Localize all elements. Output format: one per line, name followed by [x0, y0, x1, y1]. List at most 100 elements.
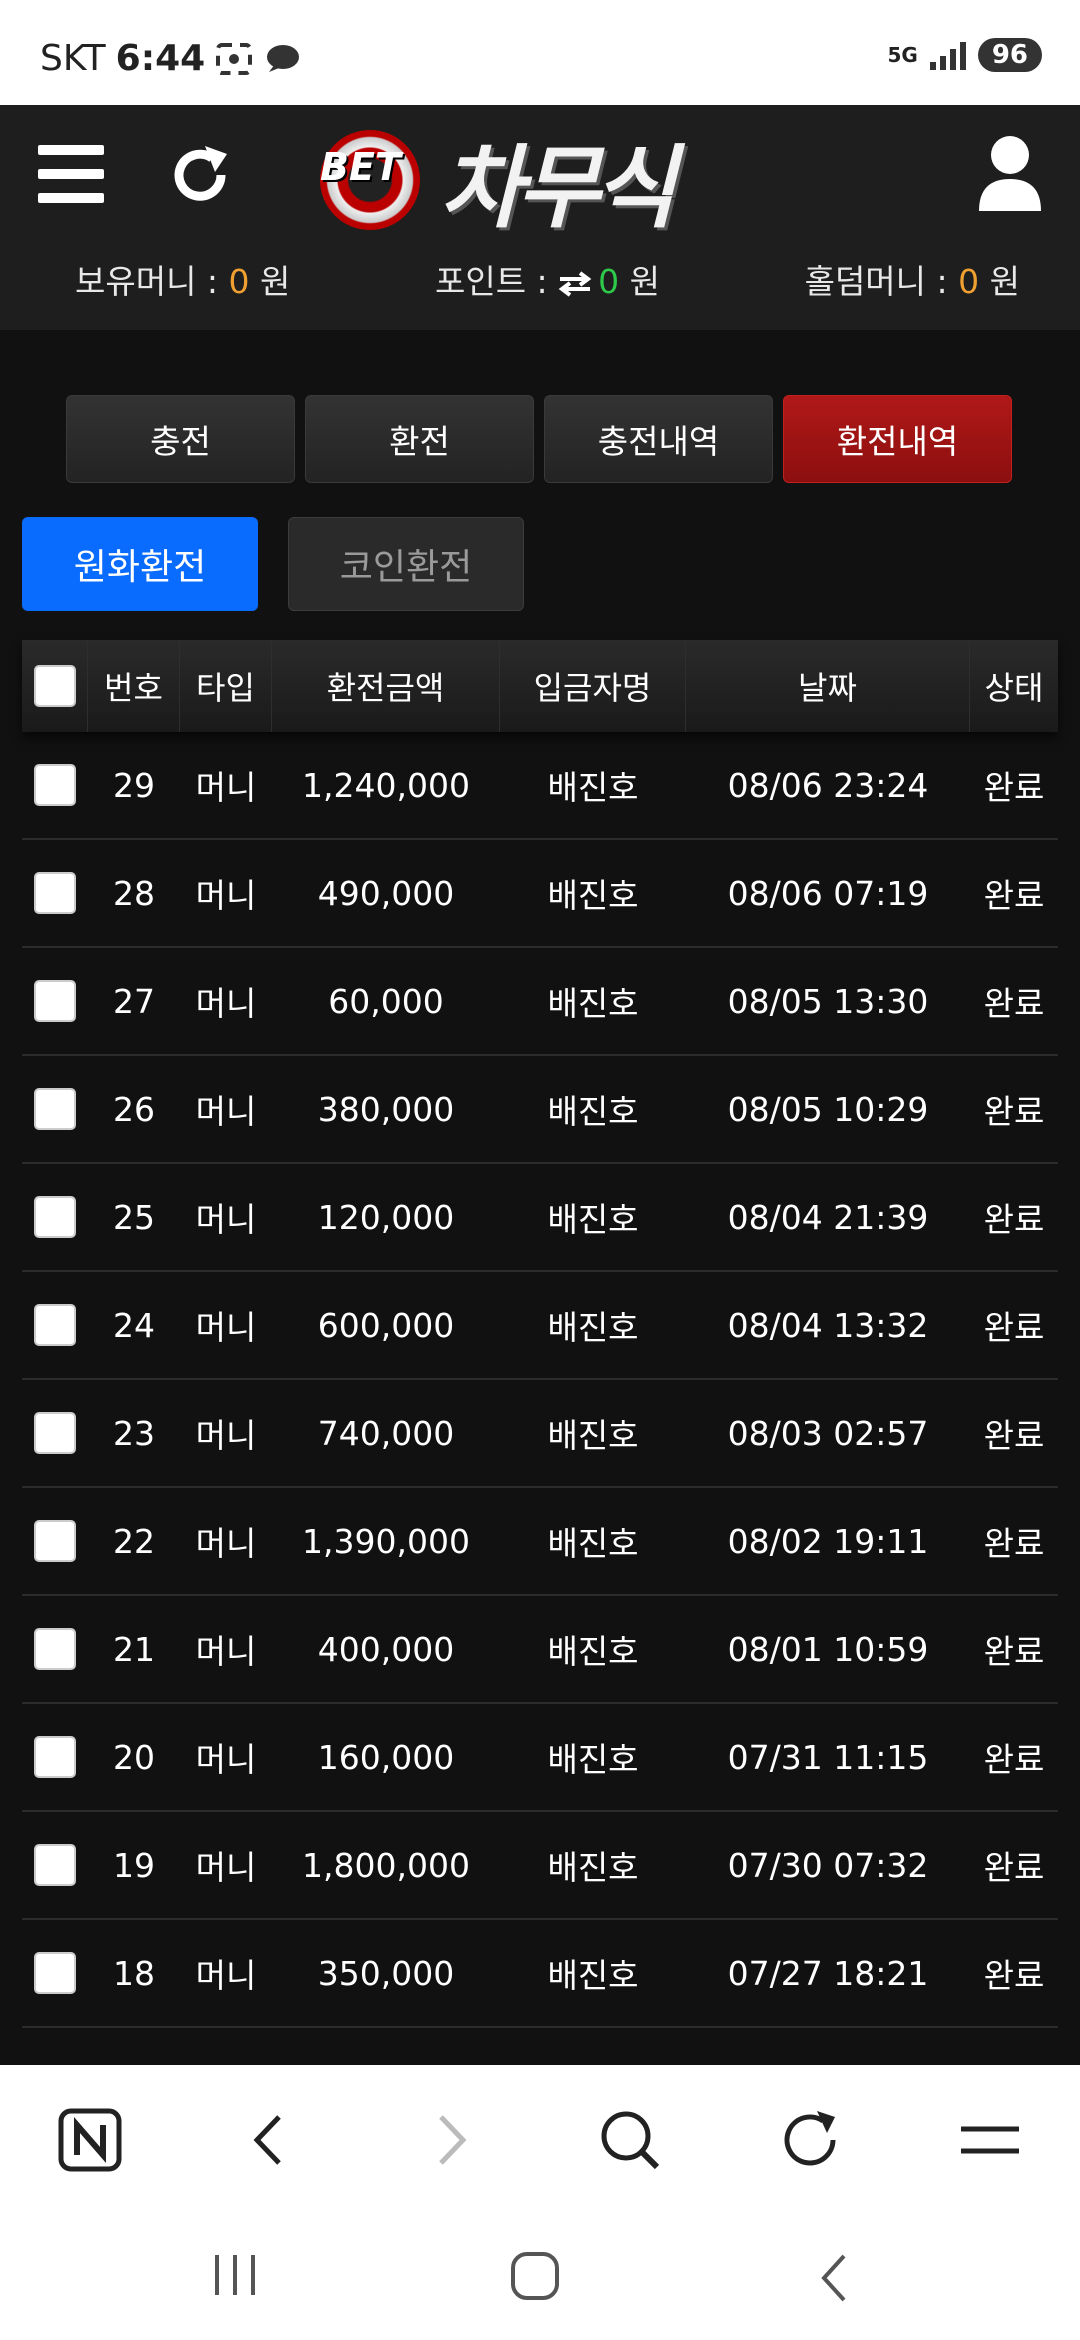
forward-icon[interactable]: [415, 2105, 485, 2175]
row-checkbox[interactable]: [34, 1844, 76, 1886]
row-checkbox[interactable]: [34, 1088, 76, 1130]
row-checkbox[interactable]: [34, 1736, 76, 1778]
cell-number: 25: [113, 1197, 155, 1237]
points-label: 포인트 :: [434, 262, 559, 301]
cell-number: 27: [113, 981, 155, 1021]
tab-withdraw-history[interactable]: 환전내역: [783, 395, 1012, 483]
search-icon[interactable]: [595, 2105, 665, 2175]
row-checkbox[interactable]: [34, 1412, 76, 1454]
points: 포인트 : 0 원: [435, 255, 660, 315]
held-money: 보유머니 : 0 원: [75, 255, 290, 315]
cell-date: 08/03 02:57: [727, 1413, 929, 1453]
cell-type: 머니: [195, 1200, 257, 1239]
cell-type: 머니: [195, 1416, 257, 1455]
select-all-checkbox[interactable]: [33, 665, 76, 707]
cell-type: 머니: [195, 768, 257, 807]
recent-apps-icon[interactable]: [205, 2250, 265, 2300]
holdem-money-value: 0: [958, 262, 980, 301]
row-checkbox[interactable]: [34, 1304, 76, 1346]
cell-depositor: 배진호: [547, 1200, 639, 1239]
cell-date: 07/31 11:15: [727, 1737, 929, 1777]
cell-amount: 350,000: [317, 1953, 455, 1993]
cell-amount: 1,390,000: [302, 1521, 470, 1561]
cell-date: 07/30 07:32: [727, 1845, 929, 1885]
cell-number: 20: [113, 1737, 155, 1777]
reload-icon[interactable]: [775, 2105, 845, 2175]
cell-depositor: 배진호: [547, 1524, 639, 1563]
header-amount: 환전금액: [272, 640, 500, 732]
swap-arrows-icon[interactable]: [558, 270, 592, 297]
cell-amount: 1,240,000: [302, 765, 470, 805]
cell-number: 26: [113, 1089, 155, 1129]
balance-bar: 보유머니 : 0 원 포인트 : 0 원 홀덤머니 : 0 원: [0, 255, 1080, 315]
cell-number: 22: [113, 1521, 155, 1561]
clock: 6:44: [115, 38, 206, 79]
subtab-krw-withdraw[interactable]: 원화환전: [22, 517, 258, 611]
table-row: 20 머니 160,000 배진호 07/31 11:15 완료: [22, 1704, 1058, 1812]
cell-amount: 740,000: [317, 1413, 455, 1453]
chat-icon: [267, 44, 300, 72]
cell-number: 19: [113, 1845, 155, 1885]
cell-depositor: 배진호: [547, 1740, 639, 1779]
cell-type: 머니: [195, 1632, 257, 1671]
home-icon[interactable]: [505, 2248, 565, 2304]
cell-depositor: 배진호: [547, 768, 639, 807]
table-row: 26 머니 380,000 배진호 08/05 10:29 완료: [22, 1056, 1058, 1164]
cell-number: 18: [113, 1953, 155, 1993]
row-checkbox[interactable]: [34, 1196, 76, 1238]
cell-number: 23: [113, 1413, 155, 1453]
points-unit: 원: [619, 262, 661, 301]
cell-depositor: 배진호: [547, 1956, 639, 1995]
screenshot-icon: [216, 42, 253, 75]
row-checkbox[interactable]: [34, 1952, 76, 1994]
cell-depositor: 배진호: [547, 1632, 639, 1671]
menu-icon[interactable]: [38, 145, 104, 203]
subtab-coin-withdraw[interactable]: 코인환전: [288, 517, 524, 611]
menu-icon-browser[interactable]: [955, 2105, 1025, 2175]
row-checkbox[interactable]: [34, 1628, 76, 1670]
holdem-money-unit: 원: [979, 262, 1020, 301]
carrier-label: SKT: [40, 38, 106, 79]
subtab-bar: 원화환전 코인환전: [22, 517, 524, 611]
cell-date: 08/04 13:32: [727, 1305, 929, 1345]
cell-type: 머니: [195, 1092, 257, 1131]
row-checkbox[interactable]: [34, 1520, 76, 1562]
tab-deposit[interactable]: 충전: [66, 395, 295, 483]
user-icon[interactable]: [975, 133, 1045, 213]
cell-status: 완료: [983, 1092, 1045, 1131]
held-money-label: 보유머니 :: [75, 262, 229, 301]
cell-date: 08/04 21:39: [727, 1197, 929, 1237]
naver-home-icon[interactable]: [55, 2105, 125, 2175]
cell-status: 완료: [983, 1632, 1045, 1671]
header-date: 날짜: [686, 640, 970, 732]
cell-type: 머니: [195, 1524, 257, 1563]
logo-bet-text: BET: [320, 145, 401, 189]
cell-type: 머니: [195, 1740, 257, 1779]
refresh-icon[interactable]: [165, 140, 235, 210]
cell-depositor: 배진호: [547, 1308, 639, 1347]
table-row: 18 머니 350,000 배진호 07/27 18:21 완료: [22, 1920, 1058, 2028]
table-row: 19 머니 1,800,000 배진호 07/30 07:32 완료: [22, 1812, 1058, 1920]
row-checkbox[interactable]: [34, 764, 76, 806]
tab-withdraw[interactable]: 환전: [305, 395, 534, 483]
cell-amount: 1,800,000: [302, 1845, 470, 1885]
cell-status: 완료: [983, 1200, 1045, 1239]
cell-depositor: 배진호: [547, 984, 639, 1023]
back-icon[interactable]: [235, 2105, 305, 2175]
tab-deposit-history[interactable]: 충전내역: [544, 395, 773, 483]
cell-status: 완료: [983, 1848, 1045, 1887]
cell-date: 08/05 13:30: [727, 981, 929, 1021]
row-checkbox[interactable]: [34, 872, 76, 914]
site-logo[interactable]: BET 차무식: [320, 115, 750, 245]
cell-type: 머니: [195, 1848, 257, 1887]
holdem-money-label: 홀덤머니 :: [804, 262, 959, 301]
cell-date: 07/27 18:21: [727, 1953, 929, 1993]
row-checkbox[interactable]: [34, 980, 76, 1022]
cell-amount: 160,000: [317, 1737, 455, 1777]
cell-amount: 120,000: [317, 1197, 455, 1237]
cell-type: 머니: [195, 1956, 257, 1995]
table-row: 28 머니 490,000 배진호 08/06 07:19 완료: [22, 840, 1058, 948]
system-back-icon[interactable]: [810, 2250, 860, 2306]
cell-depositor: 배진호: [547, 876, 639, 915]
table-row: 25 머니 120,000 배진호 08/04 21:39 완료: [22, 1164, 1058, 1272]
